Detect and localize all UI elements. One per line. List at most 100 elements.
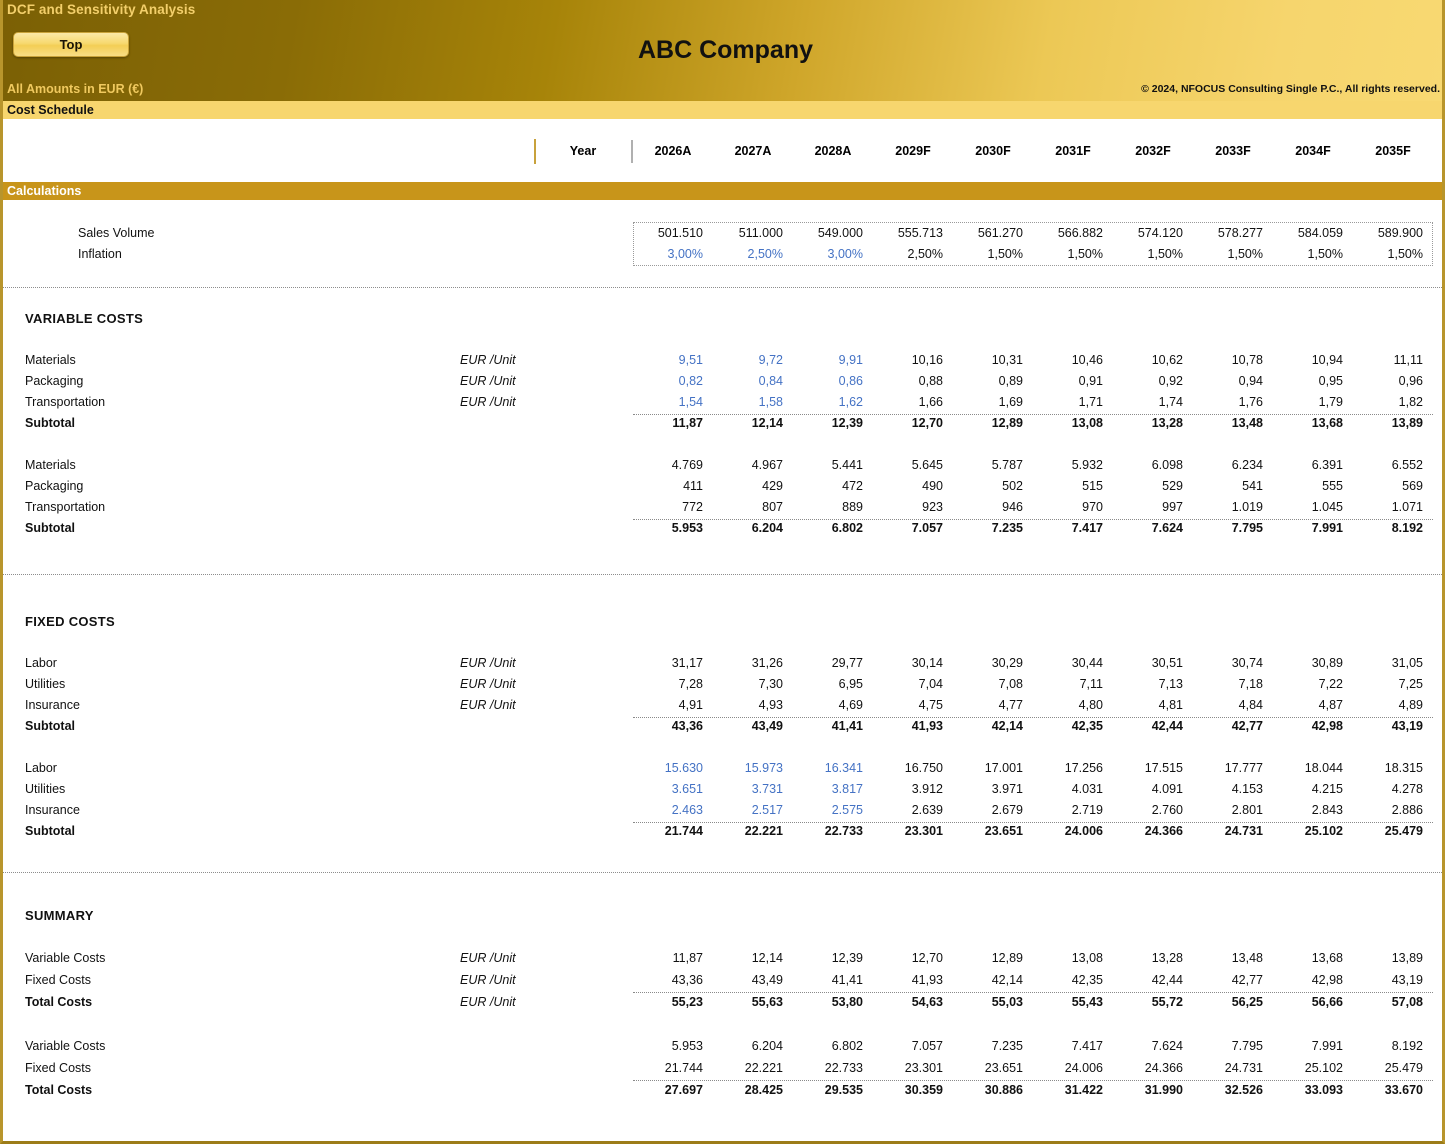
data-cell[interactable]: 4.769 [633,455,713,476]
data-cell[interactable]: 17.256 [1033,758,1113,779]
data-cell[interactable]: 25.479 [1353,1058,1433,1079]
data-cell[interactable]: 2.886 [1353,800,1433,821]
data-cell[interactable]: 7.795 [1193,518,1273,539]
data-cell[interactable]: 43,19 [1353,970,1433,991]
data-cell[interactable]: 5.932 [1033,455,1113,476]
data-cell[interactable]: 0,96 [1353,371,1433,392]
data-cell[interactable]: 7,13 [1113,674,1193,695]
data-cell[interactable]: 42,14 [953,716,1033,737]
data-cell[interactable]: 0,92 [1113,371,1193,392]
data-cell[interactable]: 10,31 [953,350,1033,371]
data-cell[interactable]: 1,69 [953,392,1033,413]
data-cell[interactable]: 4.967 [713,455,793,476]
data-cell[interactable]: 22.221 [713,821,793,842]
data-cell[interactable]: 25.479 [1353,821,1433,842]
data-cell[interactable]: 10,78 [1193,350,1273,371]
data-cell[interactable]: 7,28 [633,674,713,695]
data-cell[interactable]: 13,28 [1113,948,1193,969]
data-cell[interactable]: 7,25 [1353,674,1433,695]
data-cell[interactable]: 3.971 [953,779,1033,800]
data-cell[interactable]: 2.801 [1193,800,1273,821]
data-cell[interactable]: 3.912 [873,779,953,800]
data-cell[interactable]: 55,43 [1033,992,1113,1013]
data-cell[interactable]: 55,72 [1113,992,1193,1013]
top-navigation-button[interactable]: Top [13,32,129,57]
data-cell[interactable]: 42,14 [953,970,1033,991]
data-cell[interactable]: 7.991 [1273,1036,1353,1057]
data-cell[interactable]: 1,50% [953,244,1033,265]
data-cell[interactable]: 43,49 [713,716,793,737]
data-cell[interactable]: 0,95 [1273,371,1353,392]
data-cell[interactable]: 946 [953,497,1033,518]
data-cell[interactable]: 3.817 [793,779,873,800]
data-cell[interactable]: 569 [1353,476,1433,497]
data-cell[interactable]: 997 [1113,497,1193,518]
data-cell[interactable]: 0,82 [633,371,713,392]
data-cell[interactable]: 472 [793,476,873,497]
data-cell[interactable]: 4,75 [873,695,953,716]
data-cell[interactable]: 7.991 [1273,518,1353,539]
data-cell[interactable]: 9,72 [713,350,793,371]
data-cell[interactable]: 22.733 [793,821,873,842]
data-cell[interactable]: 0,86 [793,371,873,392]
data-cell[interactable]: 12,14 [713,413,793,434]
data-cell[interactable]: 1.045 [1273,497,1353,518]
data-cell[interactable]: 3.731 [713,779,793,800]
data-cell[interactable]: 566.882 [1033,223,1113,244]
data-cell[interactable]: 10,16 [873,350,953,371]
data-cell[interactable]: 7,22 [1273,674,1353,695]
data-cell[interactable]: 529 [1113,476,1193,497]
data-cell[interactable]: 7.417 [1033,1036,1113,1057]
data-cell[interactable]: 0,94 [1193,371,1273,392]
data-cell[interactable]: 2.575 [793,800,873,821]
data-cell[interactable]: 2.719 [1033,800,1113,821]
data-cell[interactable]: 7,04 [873,674,953,695]
data-cell[interactable]: 2.463 [633,800,713,821]
data-cell[interactable]: 6,95 [793,674,873,695]
data-cell[interactable]: 7,08 [953,674,1033,695]
data-cell[interactable]: 30,51 [1113,653,1193,674]
data-cell[interactable]: 2.639 [873,800,953,821]
data-cell[interactable]: 2.760 [1113,800,1193,821]
data-cell[interactable]: 6.204 [713,1036,793,1057]
data-cell[interactable]: 13,08 [1033,413,1113,434]
data-cell[interactable]: 30.886 [953,1080,1033,1101]
data-cell[interactable]: 549.000 [793,223,873,244]
data-cell[interactable]: 2,50% [713,244,793,265]
data-cell[interactable]: 30,74 [1193,653,1273,674]
data-cell[interactable]: 7.624 [1113,518,1193,539]
data-cell[interactable]: 41,93 [873,716,953,737]
data-cell[interactable]: 22.221 [713,1058,793,1079]
data-cell[interactable]: 8.192 [1353,518,1433,539]
data-cell[interactable]: 13,68 [1273,413,1353,434]
data-cell[interactable]: 1,58 [713,392,793,413]
data-cell[interactable]: 4,80 [1033,695,1113,716]
data-cell[interactable]: 4,87 [1273,695,1353,716]
data-cell[interactable]: 30,89 [1273,653,1353,674]
data-cell[interactable]: 4,69 [793,695,873,716]
data-cell[interactable]: 2,50% [873,244,953,265]
data-cell[interactable]: 6.391 [1273,455,1353,476]
data-cell[interactable]: 10,46 [1033,350,1113,371]
data-cell[interactable]: 807 [713,497,793,518]
data-cell[interactable]: 11,87 [633,413,713,434]
data-cell[interactable]: 5.645 [873,455,953,476]
data-cell[interactable]: 511.000 [713,223,793,244]
data-cell[interactable]: 502 [953,476,1033,497]
data-cell[interactable]: 33.670 [1353,1080,1433,1101]
data-cell[interactable]: 7.235 [953,518,1033,539]
data-cell[interactable]: 0,88 [873,371,953,392]
data-cell[interactable]: 18.044 [1273,758,1353,779]
data-cell[interactable]: 5.953 [633,1036,713,1057]
data-cell[interactable]: 0,84 [713,371,793,392]
data-cell[interactable]: 7.057 [873,1036,953,1057]
data-cell[interactable]: 2.517 [713,800,793,821]
data-cell[interactable]: 23.301 [873,821,953,842]
data-cell[interactable]: 43,36 [633,970,713,991]
data-cell[interactable]: 4.215 [1273,779,1353,800]
data-cell[interactable]: 43,36 [633,716,713,737]
data-cell[interactable]: 24.731 [1193,821,1273,842]
data-cell[interactable]: 53,80 [793,992,873,1013]
data-cell[interactable]: 555 [1273,476,1353,497]
data-cell[interactable]: 55,23 [633,992,713,1013]
